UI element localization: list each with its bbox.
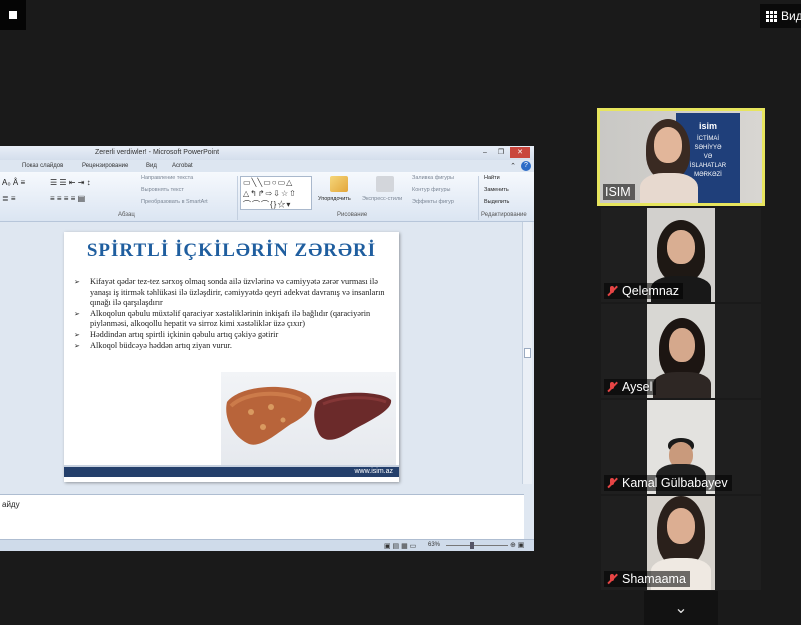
status-bar: ▣ ▤ ▦ ▭ 63% ⊕ ▣ (0, 539, 534, 551)
slide[interactable]: SPİRTLİ İÇKİLƏRİN ZƏRƏRİ ➢ Kifayət qədər … (64, 232, 399, 482)
participant-tile-aysel[interactable]: Aysel (601, 304, 761, 398)
participant-tile-shamaama[interactable]: Shamaama (601, 496, 761, 590)
select-button[interactable]: Выделить (484, 199, 509, 205)
fit-window-icon[interactable]: ⊕ ▣ (510, 541, 524, 549)
quick-styles-button[interactable]: Экспресс-стили (362, 196, 402, 202)
drawing-group-label: Рисование (337, 212, 368, 218)
bullet-text: Kifayət qədər tez-tez sərxoş olmaq sonda… (90, 277, 385, 308)
tab-acrobat[interactable]: Acrobat (172, 163, 193, 169)
view-button[interactable]: Вид (760, 4, 801, 28)
mic-muted-icon (606, 477, 618, 489)
participant-name-tag: Qelemnaz (604, 283, 683, 299)
shape-outline-item[interactable]: Контур фигуры (412, 187, 450, 193)
slide-edit-area: SPİRTLİ İÇKİLƏRİN ZƏRƏRİ ➢ Kifayət qədər … (0, 222, 534, 484)
stop-icon (9, 11, 17, 19)
ppt-window-title: Zererli verdiwler! - Microsoft PowerPoin… (95, 149, 220, 156)
zoom-slider[interactable] (470, 542, 474, 549)
smartart-item[interactable]: Преобразовать в SmartArt (141, 199, 208, 205)
mic-muted-icon (606, 573, 618, 585)
font-size-icon[interactable]: A₀ Å ≡ (2, 178, 25, 187)
replace-button[interactable]: Заменить (484, 187, 509, 193)
ppt-titlebar: Zererli verdiwler! - Microsoft PowerPoin… (0, 146, 534, 160)
participant-tile-kamal[interactable]: Kamal Gülbabayev (601, 400, 761, 494)
shape-effects-item[interactable]: Эффекты фигур (412, 199, 454, 205)
list-icons[interactable]: ☰ ☰ ⇤ ⇥ ↕ (50, 178, 91, 187)
arrange-icon[interactable] (330, 176, 348, 192)
bullet-text: Həddindən artıq spirtli içkinin qəbulu a… (90, 329, 279, 339)
arrange-button[interactable]: Упорядочить (318, 196, 351, 202)
bullet-text: Alkoqolun qəbulu müxtəlif qaraciyər xəst… (90, 308, 371, 329)
help-icon[interactable]: ? (521, 161, 531, 171)
maximize-icon[interactable]: ❐ (494, 147, 508, 158)
participant-name-tag: ISIM (603, 184, 635, 200)
ppt-ribbon-tabs: Показ слайдов Рецензирование Вид Acrobat… (0, 160, 534, 172)
slide-footer: www.isim.az (64, 465, 399, 477)
chevron-down-icon: ⌄ (674, 600, 688, 617)
minimize-icon[interactable]: – (478, 147, 492, 158)
mic-muted-icon (606, 381, 618, 393)
ppt-ribbon: A₀ Å ≡ ≣ ≡ ☰ ☰ ⇤ ⇥ ↕ ≡ ≡ ≡ ≡ ▤ Направле… (0, 172, 534, 222)
shape-fill-item[interactable]: Заливка фигуры (412, 175, 454, 181)
shared-screen-powerpoint: Zererli verdiwler! - Microsoft PowerPoin… (0, 146, 534, 551)
participant-tile-isim[interactable]: isim İCTİMAİ SƏHİYYƏ VƏ İSLAHATLAR MƏRKƏZİ I… (597, 108, 765, 206)
find-button[interactable]: Найти (484, 175, 500, 181)
stop-share-button[interactable] (0, 0, 26, 30)
zoom-level: 63% (428, 542, 441, 548)
text-direction-item[interactable]: Направление текста (141, 175, 193, 181)
vertical-scrollbar[interactable] (522, 222, 532, 484)
tab-review[interactable]: Рецензирование (82, 163, 128, 169)
ribbon-minimize-icon[interactable]: ⌃ (510, 162, 516, 170)
view-label: Вид (781, 9, 801, 23)
shapes-gallery[interactable]: ▭╲╲▭○▭△ △↰↱⇨⇩☆⇧ ⌒⌒⌒{}☆▾ (240, 176, 312, 210)
tab-view[interactable]: Вид (146, 163, 157, 169)
mic-muted-icon (606, 285, 618, 297)
slide-title: SPİRTLİ İÇKİLƏRİN ZƏRƏRİ (86, 240, 377, 261)
slide-bullets: ➢ Kifayət qədər tez-tez sərxoş olmaq sond… (74, 277, 389, 351)
close-icon[interactable]: ✕ (510, 147, 530, 158)
liver-image (221, 372, 396, 465)
align-left-icon[interactable]: ≣ ≡ (2, 194, 16, 203)
participant-name-tag: Kamal Gülbabayev (604, 475, 732, 491)
quick-styles-icon[interactable] (376, 176, 394, 192)
notes-text: айду (2, 500, 20, 509)
view-icons[interactable]: ▣ ▤ ▦ ▭ (384, 542, 416, 550)
bullet-text: Alkoqol büdcəyə həddən artıq ziyan vurur… (90, 340, 232, 350)
align-text-item[interactable]: Выровнять текст (141, 187, 184, 193)
align-icons[interactable]: ≡ ≡ ≡ ≡ ▤ (50, 194, 85, 203)
editing-group-label: Редактирование (481, 212, 527, 218)
participant-name-tag: Aysel (604, 379, 657, 395)
gallery-grid-icon (766, 10, 777, 22)
participant-tile-qelemnaz[interactable]: Qelemnaz (601, 208, 761, 302)
scroll-down-button[interactable]: ⌄ (644, 591, 718, 625)
tab-slideshow[interactable]: Показ слайдов (22, 163, 63, 169)
notes-pane[interactable]: айду (0, 494, 524, 540)
footer-url: www.isim.az (354, 468, 393, 475)
paragraph-group-label: Абзац (118, 212, 135, 218)
participant-name-tag: Shamaama (604, 571, 690, 587)
